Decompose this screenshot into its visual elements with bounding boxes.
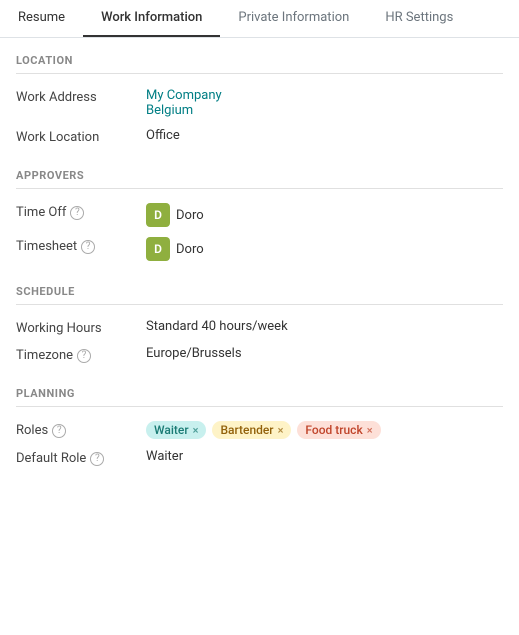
default-role-label: Default Role ?: [16, 449, 146, 466]
default-role-value: Waiter: [146, 449, 503, 464]
role-tag-foodtruck-label: Food truck: [305, 423, 362, 437]
time-off-value: D Doro: [146, 203, 503, 227]
tab-resume[interactable]: Resume: [0, 0, 83, 37]
location-section: LOCATION Work Address My Company Belgium…: [16, 54, 503, 145]
timesheet-avatar: D: [146, 237, 170, 261]
work-address-label: Work Address: [16, 88, 146, 105]
timezone-help-icon[interactable]: ?: [77, 349, 91, 363]
roles-row: Roles ? Waiter × Bartender × Food truck …: [16, 421, 503, 439]
schedule-section: SCHEDULE Working Hours Standard 40 hours…: [16, 285, 503, 363]
role-tag-bartender-label: Bartender: [220, 423, 273, 437]
time-off-avatar: D: [146, 203, 170, 227]
timezone-label: Timezone ?: [16, 346, 146, 363]
role-tag-waiter: Waiter ×: [146, 421, 206, 439]
work-address-value[interactable]: My Company Belgium: [146, 88, 503, 118]
time-off-label: Time Off ?: [16, 203, 146, 220]
role-tag-foodtruck-remove[interactable]: ×: [367, 424, 373, 437]
role-tag-bartender-remove[interactable]: ×: [278, 424, 284, 437]
timesheet-label: Timesheet ?: [16, 237, 146, 254]
location-header: LOCATION: [16, 54, 503, 74]
work-location-row: Work Location Office: [16, 128, 503, 145]
work-address-row: Work Address My Company Belgium: [16, 88, 503, 118]
roles-label: Roles ?: [16, 421, 146, 438]
timesheet-row: Timesheet ? D Doro: [16, 237, 503, 261]
working-hours-label: Working Hours: [16, 319, 146, 336]
schedule-header: SCHEDULE: [16, 285, 503, 305]
main-content: LOCATION Work Address My Company Belgium…: [0, 38, 519, 510]
approvers-header: APPROVERS: [16, 169, 503, 189]
work-location-label: Work Location: [16, 128, 146, 145]
role-tag-foodtruck: Food truck ×: [297, 421, 380, 439]
timezone-value: Europe/Brussels: [146, 346, 503, 361]
approvers-section: APPROVERS Time Off ? D Doro Timesheet ? …: [16, 169, 503, 261]
role-tag-waiter-label: Waiter: [154, 423, 189, 437]
timesheet-value: D Doro: [146, 237, 503, 261]
default-role-help-icon[interactable]: ?: [90, 452, 104, 466]
work-location-value: Office: [146, 128, 503, 143]
timezone-row: Timezone ? Europe/Brussels: [16, 346, 503, 363]
roles-value: Waiter × Bartender × Food truck ×: [146, 421, 503, 439]
default-role-row: Default Role ? Waiter: [16, 449, 503, 466]
time-off-name: Doro: [176, 208, 204, 223]
planning-header: PLANNING: [16, 387, 503, 407]
tab-work-information[interactable]: Work Information: [83, 0, 220, 37]
timesheet-approver: D Doro: [146, 237, 204, 261]
tab-hr-settings[interactable]: HR Settings: [367, 0, 471, 37]
tab-bar: Resume Work Information Private Informat…: [0, 0, 519, 38]
roles-help-icon[interactable]: ?: [52, 424, 66, 438]
timesheet-name: Doro: [176, 242, 204, 257]
working-hours-value: Standard 40 hours/week: [146, 319, 503, 334]
time-off-help-icon[interactable]: ?: [70, 206, 84, 220]
role-tag-bartender: Bartender ×: [212, 421, 291, 439]
working-hours-row: Working Hours Standard 40 hours/week: [16, 319, 503, 336]
roles-tags: Waiter × Bartender × Food truck ×: [146, 421, 503, 439]
timesheet-help-icon[interactable]: ?: [81, 240, 95, 254]
planning-section: PLANNING Roles ? Waiter × Bartender ×: [16, 387, 503, 466]
tab-private-information[interactable]: Private Information: [220, 0, 367, 37]
role-tag-waiter-remove[interactable]: ×: [193, 424, 199, 437]
time-off-approver: D Doro: [146, 203, 204, 227]
time-off-row: Time Off ? D Doro: [16, 203, 503, 227]
